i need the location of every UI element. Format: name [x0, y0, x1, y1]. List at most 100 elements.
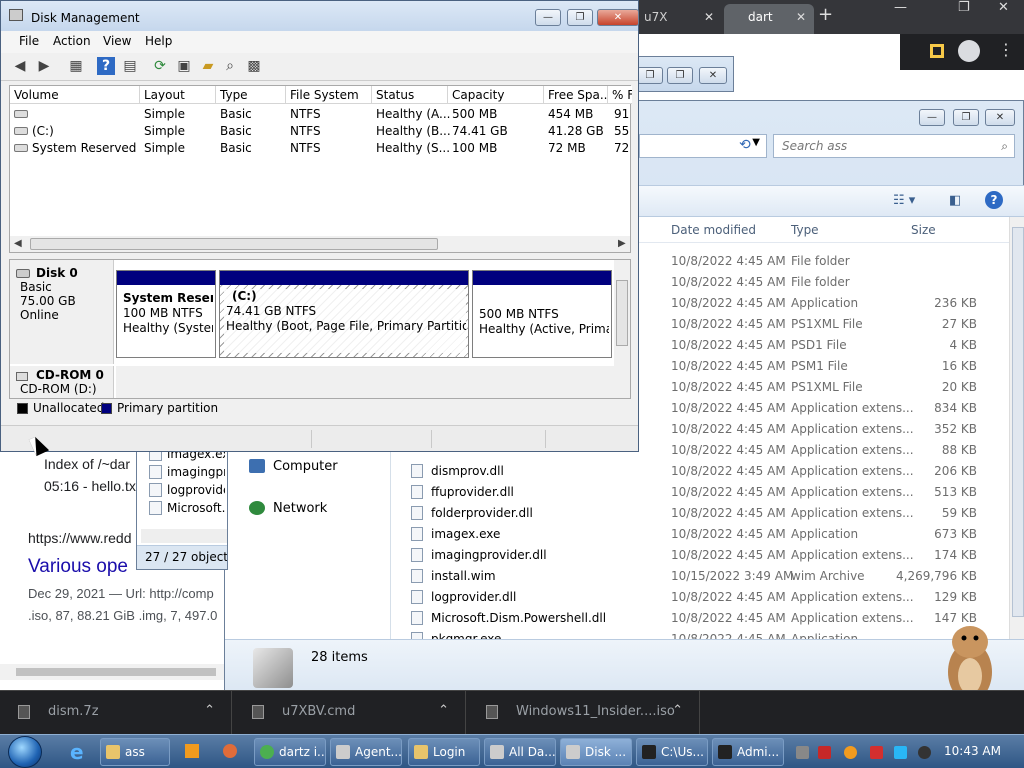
chevron-down-icon[interactable]: ▼: [752, 137, 760, 148]
refresh-icon[interactable]: ⟲: [739, 137, 751, 153]
horizontal-scrollbar[interactable]: [141, 529, 227, 543]
result-url[interactable]: https://www.redd: [28, 530, 132, 546]
taskbar-button[interactable]: Admi...: [712, 738, 784, 766]
maximize-icon[interactable]: ❐: [567, 9, 593, 26]
partition-500mb[interactable]: 500 MB NTFS Healthy (Active, Primary: [472, 270, 612, 358]
console-tree-icon[interactable]: ▦: [67, 57, 85, 75]
column-percent-free[interactable]: % F: [608, 86, 632, 104]
title-bar[interactable]: Disk Management — ❐ ✕: [1, 1, 639, 33]
cdrom0-label[interactable]: CD-ROM 0 CD-ROM (D:): [10, 366, 114, 398]
tray-network-icon[interactable]: [894, 746, 907, 759]
chevron-up-icon[interactable]: ⌃: [204, 703, 215, 718]
restore-icon[interactable]: ❐: [958, 0, 970, 15]
disk0-label[interactable]: Disk 0 Basic 75.00 GB Online: [10, 260, 114, 364]
table-row[interactable]: folderprovider.dll 10/8/2022 4:45 AM Appli…: [391, 503, 1009, 524]
folder-icon[interactable]: ▰: [199, 57, 217, 75]
tray-v-icon[interactable]: [818, 746, 831, 759]
menu-help[interactable]: Help: [145, 34, 172, 48]
taskbar-button[interactable]: C:\Us...: [636, 738, 708, 766]
tray-flag-icon[interactable]: [870, 746, 883, 759]
tray-volume-icon[interactable]: [918, 746, 931, 759]
column-free-space[interactable]: Free Spa...: [544, 86, 608, 104]
search-icon[interactable]: ⌕: [1001, 135, 1008, 157]
nav-item-computer[interactable]: Computer: [273, 459, 338, 474]
column-capacity[interactable]: Capacity: [448, 86, 544, 104]
column-type[interactable]: Type: [791, 223, 819, 237]
close-icon[interactable]: ✕: [597, 9, 639, 26]
scrollbar-thumb[interactable]: [16, 668, 216, 676]
taskbar-button[interactable]: Agent...: [330, 738, 402, 766]
app-icon[interactable]: [214, 738, 246, 766]
scroll-left-icon[interactable]: ◀: [14, 238, 22, 249]
find-icon[interactable]: ⌕: [221, 57, 239, 75]
download-item[interactable]: u7XBV.cmd ⌃: [234, 691, 466, 735]
column-type[interactable]: Type: [216, 86, 286, 104]
browser-horizontal-scrollbar[interactable]: [0, 664, 228, 680]
list-item[interactable]: Microsoft.D: [167, 501, 225, 515]
menu-view[interactable]: View: [103, 34, 131, 48]
minimize-icon[interactable]: —: [894, 0, 907, 15]
start-button[interactable]: [8, 736, 42, 768]
preview-pane-icon[interactable]: ◧: [949, 193, 961, 208]
chevron-up-icon[interactable]: ⌃: [672, 703, 683, 718]
column-file-system[interactable]: File System: [286, 86, 372, 104]
result-title-link[interactable]: Various ope: [28, 556, 128, 578]
maximize-icon[interactable]: ❐: [637, 67, 663, 84]
help-icon[interactable]: ?: [97, 57, 115, 75]
table-row[interactable]: dismprov.dll 10/8/2022 4:45 AM Application…: [391, 461, 1009, 482]
back-icon[interactable]: ◀: [11, 57, 29, 75]
tray-search-icon[interactable]: [844, 746, 857, 759]
taskbar-button[interactable]: Login: [408, 738, 480, 766]
forward-icon[interactable]: ▶: [35, 57, 53, 75]
chrome-menu-icon[interactable]: ⋮: [998, 40, 1014, 59]
taskbar-button[interactable]: All Da...: [484, 738, 556, 766]
table-row[interactable]: logprovider.dll 10/8/2022 4:45 AM Applicat…: [391, 587, 1009, 608]
tray-gear-icon[interactable]: [796, 746, 809, 759]
close-icon[interactable]: ✕: [699, 67, 727, 84]
table-row[interactable]: ffuprovider.dll 10/8/2022 4:45 AM Applicat…: [391, 482, 1009, 503]
minimize-icon[interactable]: —: [919, 109, 945, 126]
menu-file[interactable]: File: [19, 34, 39, 48]
list-item[interactable]: imagingpro: [167, 465, 225, 479]
chevron-up-icon[interactable]: ⌃: [438, 703, 449, 718]
menu-action[interactable]: Action: [53, 34, 91, 48]
browser-tab-u7x[interactable]: u7X ✕: [636, 4, 722, 34]
download-item[interactable]: Windows11_Insider....iso ⌃: [468, 691, 700, 735]
disk-settings-icon[interactable]: ▩: [245, 57, 263, 75]
column-volume[interactable]: Volume: [10, 86, 140, 104]
internet-explorer-icon[interactable]: e: [62, 738, 94, 766]
table-row[interactable]: install.wim 10/15/2022 3:49 AM wim Archive…: [391, 566, 1009, 587]
column-size[interactable]: Size: [911, 223, 936, 237]
table-row[interactable]: Microsoft.Dism.Powershell.dll 10/8/2022 4…: [391, 608, 1009, 629]
volume-row[interactable]: (C:) Simple Basic NTFS Healthy (B... 74.41 GB…: [10, 123, 632, 140]
taskbar-button[interactable]: ass: [100, 738, 170, 766]
rescan-disks-icon[interactable]: ▣: [175, 57, 193, 75]
view-options-icon[interactable]: ☷ ▾: [893, 193, 915, 208]
scrollbar-thumb[interactable]: [616, 280, 628, 346]
refresh-icon[interactable]: ⟳: [151, 57, 169, 75]
restore-icon[interactable]: ❐: [667, 67, 693, 84]
list-item[interactable]: logprovide: [167, 483, 225, 497]
properties-icon[interactable]: ▤: [121, 57, 139, 75]
maximize-icon[interactable]: ❐: [953, 109, 979, 126]
scrollbar-thumb[interactable]: [1012, 227, 1024, 617]
download-item[interactable]: dism.7z ⌃: [0, 691, 232, 735]
graph-scrollbar[interactable]: [614, 260, 630, 398]
partition-system-reserved[interactable]: System Reserve 100 MB NTFS Healthy (Syst…: [116, 270, 216, 358]
table-row[interactable]: imagingprovider.dll 10/8/2022 4:45 AM Appl…: [391, 545, 1009, 566]
clock[interactable]: 10:43 AM: [944, 744, 1001, 758]
tab-close-icon[interactable]: ✕: [704, 4, 714, 30]
column-date-modified[interactable]: Date modified: [671, 223, 756, 237]
minimize-icon[interactable]: —: [535, 9, 561, 26]
scrollbar-thumb[interactable]: [30, 238, 438, 250]
column-status[interactable]: Status: [372, 86, 448, 104]
close-icon[interactable]: ✕: [998, 0, 1009, 15]
taskbar-button[interactable]: dartz i...: [254, 738, 326, 766]
volume-row[interactable]: Simple Basic NTFS Healthy (A... 500 MB 454 MB…: [10, 106, 632, 123]
taskbar-button-active[interactable]: Disk ...: [560, 738, 632, 766]
column-layout[interactable]: Layout: [140, 86, 216, 104]
media-player-icon[interactable]: [176, 738, 208, 766]
help-icon[interactable]: ?: [985, 191, 1003, 209]
profile-avatar-icon[interactable]: [958, 40, 980, 62]
tab-close-icon[interactable]: ✕: [796, 4, 806, 30]
